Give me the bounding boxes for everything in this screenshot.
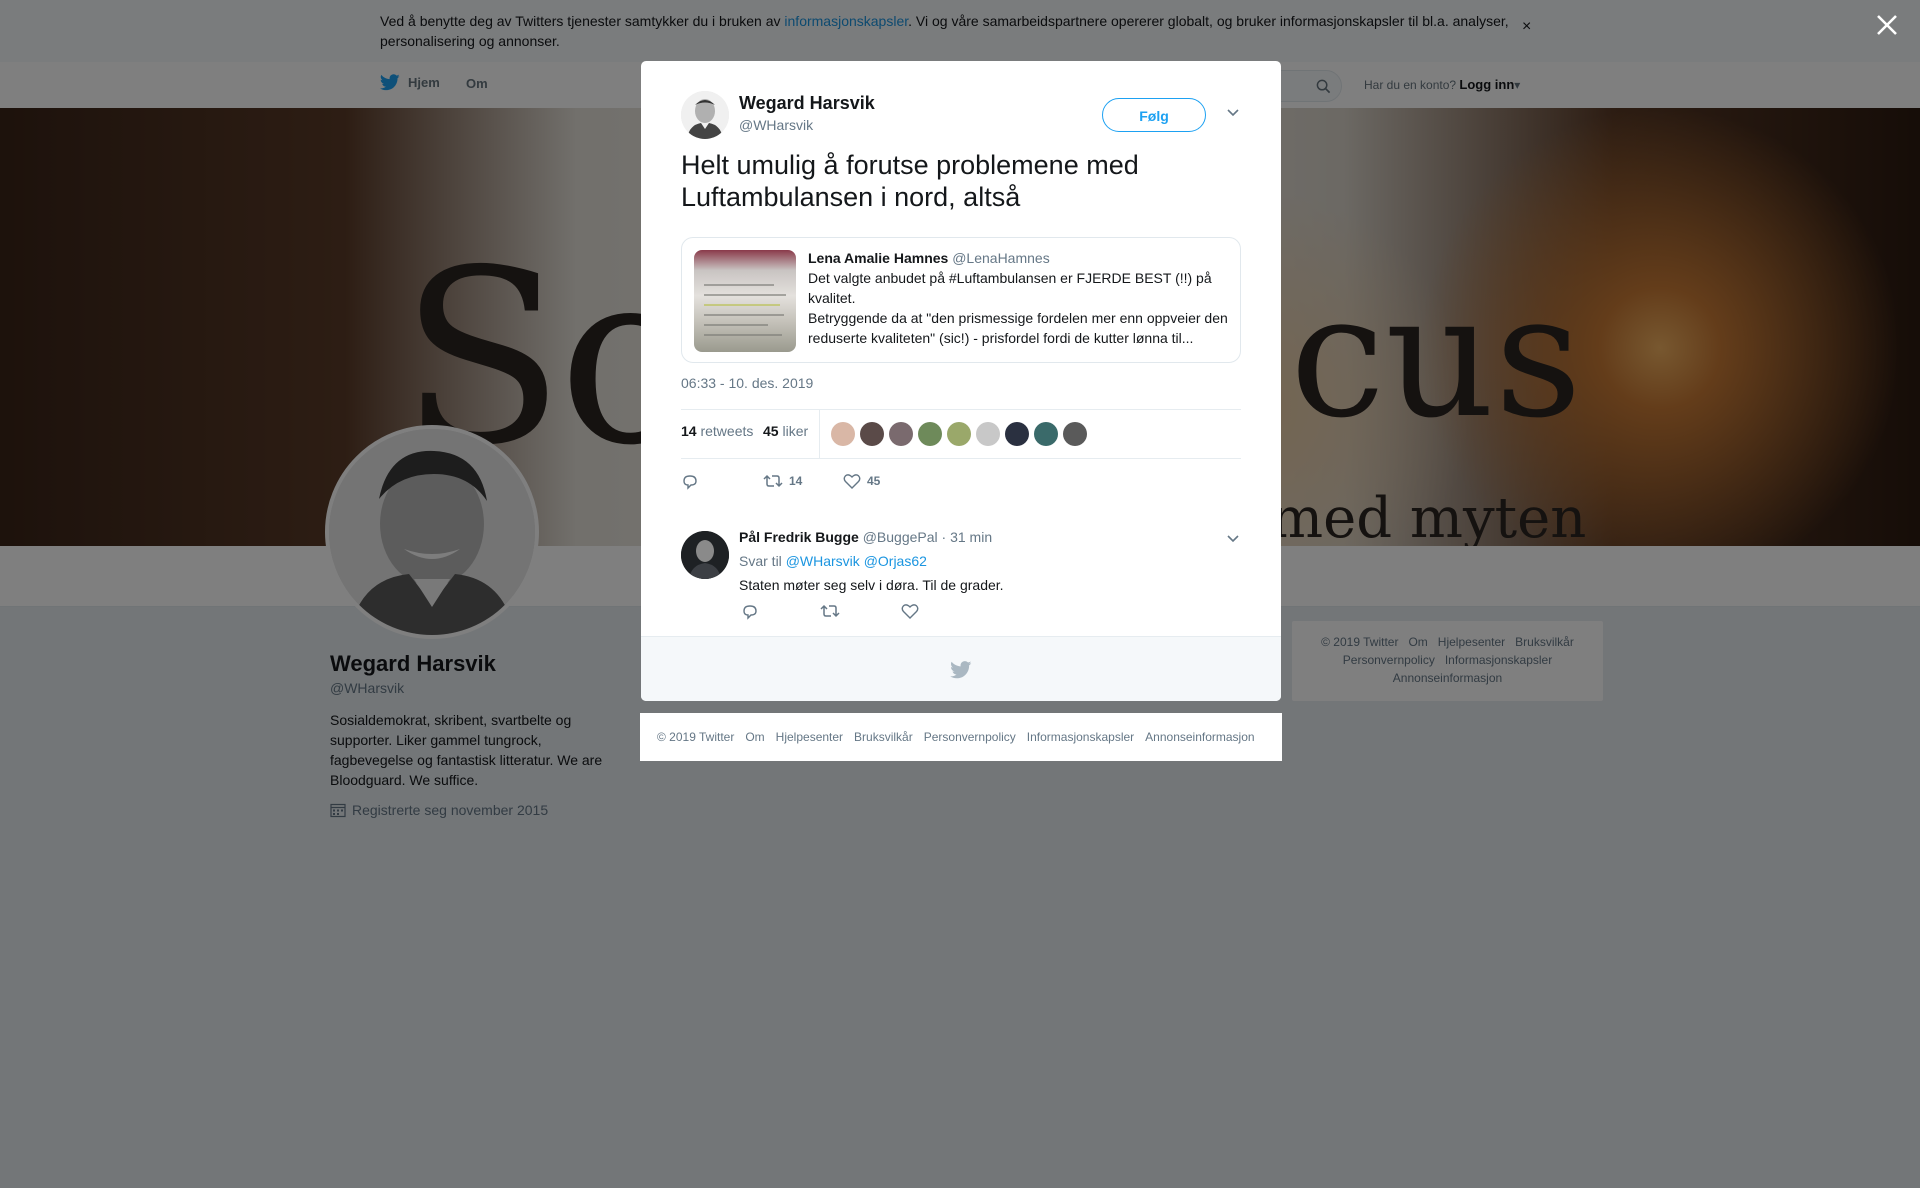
- tweet-author-handle[interactable]: @WHarsvik: [739, 117, 813, 133]
- footer-link[interactable]: © 2019 Twitter: [657, 730, 734, 744]
- heart-icon: [843, 474, 861, 489]
- tweet-modal: Wegard Harsvik @WHarsvik Følg Helt umuli…: [641, 61, 1281, 701]
- tweet-timestamp[interactable]: 06:33 - 10. des. 2019: [681, 375, 813, 391]
- reply-tweet[interactable]: Pål Fredrik Bugge @BuggePal · 31 min Sva…: [641, 511, 1281, 621]
- close-icon[interactable]: [1874, 12, 1900, 38]
- liker-avatar[interactable]: [831, 422, 855, 446]
- liker-avatar[interactable]: [947, 422, 971, 446]
- reply-button[interactable]: [681, 473, 699, 491]
- liker-avatar[interactable]: [1005, 422, 1029, 446]
- footer-link[interactable]: Informasjonskapsler: [1027, 730, 1134, 744]
- liker-avatar[interactable]: [1034, 422, 1058, 446]
- tweet-actions: 14 45: [681, 473, 981, 497]
- reply-icon[interactable]: [741, 603, 759, 621]
- liker-avatar[interactable]: [860, 422, 884, 446]
- reply-icon: [683, 475, 697, 490]
- like-button[interactable]: 45: [843, 473, 880, 489]
- modal-footer: [641, 636, 1281, 701]
- modal-bottom-footer: © 2019 Twitter Om Hjelpesenter Bruksvilk…: [640, 713, 1282, 761]
- quoted-author-handle: @LenaHamnes: [952, 250, 1050, 266]
- reply-header: Pål Fredrik Bugge @BuggePal · 31 min: [739, 529, 992, 545]
- mention-link[interactable]: @WHarsvik: [786, 553, 860, 569]
- reply-time[interactable]: · 31 min: [942, 529, 993, 545]
- quoted-tweet-image[interactable]: [694, 250, 796, 352]
- retweets-stat[interactable]: 14 retweets: [681, 423, 753, 439]
- twitter-bird-icon: [950, 661, 972, 679]
- quoted-author-name: Lena Amalie Hamnes: [808, 250, 949, 266]
- reply-author-avatar[interactable]: [681, 531, 729, 579]
- reply-author-name[interactable]: Pål Fredrik Bugge: [739, 529, 859, 545]
- footer-link[interactable]: Om: [745, 730, 764, 744]
- reply-to-line: Svar til @WHarsvik @Orjas62: [739, 553, 927, 569]
- quoted-tweet-body: Lena Amalie Hamnes @LenaHamnes Det valgt…: [808, 248, 1228, 348]
- author-avatar-photo: [681, 91, 729, 139]
- retweet-icon[interactable]: [820, 603, 840, 619]
- liker-avatar[interactable]: [918, 422, 942, 446]
- liker-avatar[interactable]: [976, 422, 1000, 446]
- likes-stat[interactable]: 45 liker: [763, 423, 808, 439]
- tweet-author-avatar[interactable]: [681, 91, 729, 139]
- chevron-down-icon[interactable]: [1226, 107, 1240, 117]
- retweet-button[interactable]: 14: [763, 473, 802, 489]
- retweet-count: 14: [789, 474, 803, 488]
- reply-text: Staten møter seg selv i døra. Til de gra…: [739, 577, 1004, 593]
- likes-label: liker: [782, 423, 809, 439]
- tweet-stats: 14 retweets 45 liker: [681, 409, 1241, 459]
- reply-actions: [739, 603, 939, 623]
- quoted-tweet[interactable]: Lena Amalie Hamnes @LenaHamnes Det valgt…: [681, 237, 1241, 363]
- quoted-text-line2: Betryggende da at "den prismessige forde…: [808, 310, 1228, 346]
- retweets-count: 14: [681, 423, 697, 439]
- retweets-label: retweets: [700, 423, 754, 439]
- footer-link[interactable]: Annonseinformasjon: [1145, 730, 1254, 744]
- follow-button[interactable]: Følg: [1102, 98, 1206, 132]
- footer-link[interactable]: Personvernpolicy: [924, 730, 1016, 744]
- liker-avatar[interactable]: [889, 422, 913, 446]
- likes-count: 45: [763, 423, 779, 439]
- mention-link[interactable]: @Orjas62: [864, 553, 927, 569]
- retweet-icon: [763, 474, 783, 488]
- stats-divider: [819, 410, 820, 458]
- tweet-text: Helt umulig å forutse problemene med Luf…: [681, 150, 1139, 212]
- tweet-author-name[interactable]: Wegard Harsvik: [739, 93, 875, 114]
- reply-avatar-photo: [681, 531, 729, 579]
- footer-link[interactable]: Hjelpesenter: [776, 730, 843, 744]
- quoted-text-line1: Det valgte anbudet på #Luftambulansen er…: [808, 270, 1212, 306]
- reply-to-label: Svar til: [739, 553, 786, 569]
- likers-avatars: [831, 422, 1087, 446]
- like-count: 45: [867, 474, 881, 488]
- reply-author-handle[interactable]: @BuggePal: [863, 529, 938, 545]
- heart-icon[interactable]: [901, 603, 919, 619]
- liker-avatar[interactable]: [1063, 422, 1087, 446]
- footer-link[interactable]: Bruksvilkår: [854, 730, 913, 744]
- chevron-down-icon[interactable]: [1226, 533, 1240, 543]
